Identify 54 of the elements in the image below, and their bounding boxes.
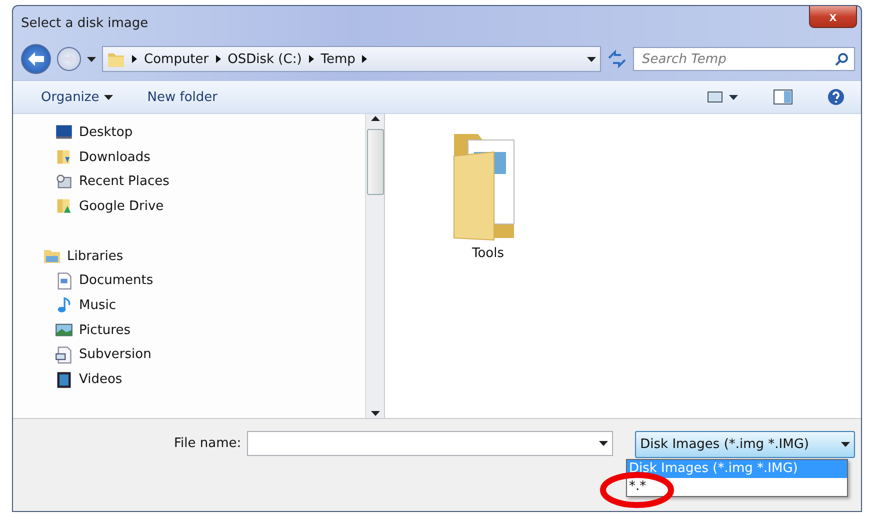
forward-button[interactable] — [57, 47, 81, 71]
folder-icon — [55, 197, 73, 216]
chevron-icon — [132, 55, 137, 63]
library-icon — [43, 248, 61, 264]
organize-menu[interactable]: Organize — [41, 90, 114, 104]
scroll-down-icon — [370, 411, 380, 416]
breadcrumb[interactable]: OSDisk (C:) — [228, 52, 302, 66]
film-icon — [55, 370, 73, 389]
caret-icon — [104, 94, 114, 100]
history-caret-icon — [87, 56, 96, 62]
document-icon — [55, 346, 73, 364]
help-icon[interactable] — [827, 88, 845, 106]
breadcrumb[interactable]: Computer — [144, 52, 209, 66]
breadcrumb[interactable]: Temp — [320, 52, 356, 66]
nav-item[interactable]: Pictures — [55, 318, 365, 342]
scroll-up-icon — [370, 116, 380, 121]
file-type-dropdown[interactable]: Disk Images (*.img *.IMG) — [635, 431, 856, 458]
view-icon[interactable] — [707, 90, 739, 104]
nav-group[interactable]: Libraries — [43, 244, 365, 268]
nav-item[interactable]: Downloads — [55, 144, 365, 170]
music-note-icon — [55, 296, 73, 314]
new-folder-button[interactable]: New folder — [147, 90, 218, 104]
scrollbar[interactable] — [365, 114, 385, 418]
nav-item[interactable]: Music — [55, 293, 365, 318]
caret-icon — [587, 56, 596, 62]
nav-item[interactable]: Recent Places — [55, 169, 365, 194]
field-label: File name: — [174, 436, 242, 451]
scroll-thumb[interactable] — [366, 129, 384, 195]
nav-item[interactable]: Videos — [55, 367, 365, 392]
recent-places-icon — [55, 172, 73, 191]
window-title: Select a disk image — [21, 16, 148, 30]
nav-item[interactable]: Desktop — [55, 120, 365, 145]
desktop-icon — [55, 123, 73, 142]
file-name-field[interactable] — [247, 431, 614, 456]
caret-icon — [599, 441, 608, 446]
back-button[interactable] — [21, 44, 51, 74]
chevron-icon — [216, 55, 221, 63]
caret-icon — [841, 442, 850, 447]
preview-pane-icon[interactable] — [773, 89, 793, 105]
back-arrow-icon — [28, 52, 44, 66]
document-icon — [55, 272, 73, 290]
search-icon — [835, 52, 849, 66]
nav-item[interactable]: Documents — [55, 268, 365, 294]
nav-item[interactable]: Google Drive — [55, 194, 365, 219]
file-name[interactable]: Tools — [472, 246, 504, 261]
forward-arrow-icon — [63, 54, 75, 64]
refresh-icon[interactable] — [607, 50, 627, 68]
chevron-icon — [362, 55, 368, 63]
nav-item[interactable]: Subversion — [55, 342, 365, 368]
search-field[interactable]: Search Temp — [633, 47, 855, 71]
close-button[interactable]: x — [809, 6, 857, 28]
chevron-icon — [308, 55, 314, 63]
dropdown-option[interactable]: *.* — [627, 478, 847, 496]
address-bar[interactable]: Computer OSDisk (C:) Temp — [102, 46, 601, 72]
